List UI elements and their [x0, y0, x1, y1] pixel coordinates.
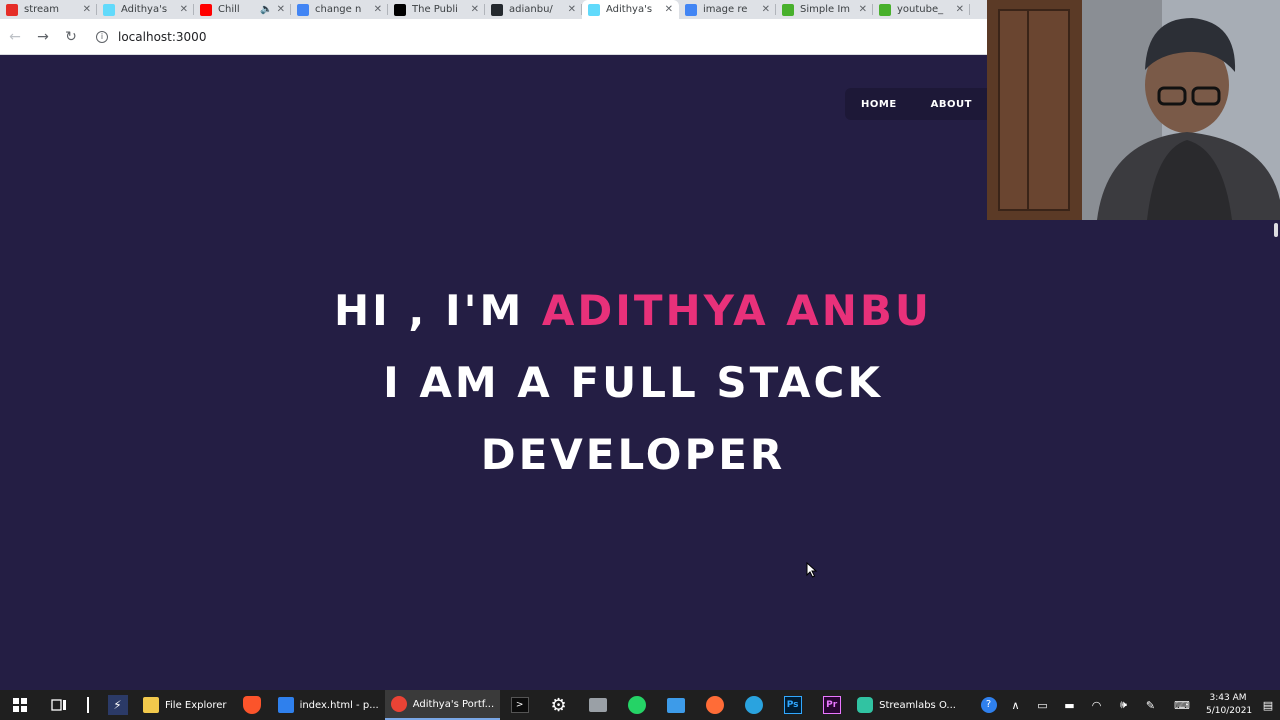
google-favicon-icon: [685, 3, 697, 16]
vscode-icon: [277, 697, 294, 713]
hero-greeting: HI , I'M: [334, 286, 542, 335]
tab-close-icon[interactable]: ✕: [568, 4, 576, 15]
terminal-icon[interactable]: >: [500, 690, 539, 720]
back-button[interactable]: ←: [2, 24, 28, 50]
tab-title: stream: [24, 4, 60, 15]
task-view-icon[interactable]: [39, 690, 78, 720]
tab-title: youtube_: [897, 4, 944, 15]
powershell-icon[interactable]: ⚡: [98, 690, 137, 720]
site-nav: HOME ABOUT: [845, 88, 995, 120]
hero-line-2: I AM A FULL STACK: [383, 358, 883, 407]
taskbar-app-streamlabs[interactable]: Streamlabs O...: [851, 690, 962, 720]
tab-title: image re: [703, 4, 748, 15]
tab-close-icon[interactable]: ✕: [859, 4, 867, 15]
react-favicon-icon: [588, 3, 600, 16]
stream-favicon-icon: [6, 3, 18, 16]
webcam-overlay: [987, 0, 1280, 220]
reload-button[interactable]: ↻: [58, 24, 84, 50]
folder-icon: [143, 697, 159, 713]
clock-time: 3:43 AM: [1209, 693, 1247, 703]
taskbar-app-chrome[interactable]: Adithya's Portf...: [384, 690, 501, 720]
scrollbar-thumb[interactable]: [1274, 223, 1278, 237]
photoshop-icon[interactable]: Ps: [773, 690, 812, 720]
tab-audio-icon[interactable]: 🔈: [260, 4, 272, 15]
postman-icon[interactable]: [695, 690, 734, 720]
gear-favicon-icon: [782, 3, 794, 16]
browser-tab[interactable]: youtube_ ✕: [873, 0, 970, 19]
google-favicon-icon: [297, 3, 309, 16]
photos-icon[interactable]: [656, 690, 695, 720]
nav-about-link[interactable]: ABOUT: [931, 99, 972, 110]
hero-line-1: HI , I'M ADITHYA ANBU: [0, 275, 1266, 347]
tab-close-icon[interactable]: ✕: [665, 4, 673, 15]
help-icon[interactable]: ?: [975, 690, 1002, 720]
tab-title: Adithya's: [121, 4, 168, 15]
tab-close-icon[interactable]: ✕: [277, 4, 285, 15]
system-clock[interactable]: 3:43 AM 5/10/2021: [1200, 692, 1256, 718]
windows-start-icon[interactable]: [0, 690, 39, 720]
browser-tab[interactable]: Chill 🔈 ✕: [194, 0, 291, 19]
react-favicon-icon: [103, 3, 115, 16]
snipping-tool-icon[interactable]: [578, 690, 617, 720]
tab-close-icon[interactable]: ✕: [83, 4, 91, 15]
hero-heading: HI , I'M ADITHYA ANBU I AM A FULL STACK …: [0, 275, 1266, 491]
hero-line-3: DEVELOPER: [480, 430, 786, 479]
chrome-icon: [390, 696, 407, 712]
notification-icon[interactable]: ▤: [1256, 690, 1280, 720]
meet-now-icon[interactable]: ▭: [1029, 690, 1056, 720]
medium-favicon-icon: [394, 3, 406, 16]
tab-close-icon[interactable]: ✕: [762, 4, 770, 15]
site-info-icon[interactable]: i: [96, 30, 108, 43]
browser-tab[interactable]: Adithya's ✕: [97, 0, 194, 19]
tab-close-icon[interactable]: ✕: [956, 4, 964, 15]
github-favicon-icon: [491, 3, 503, 16]
keyboard-icon[interactable]: ⌨: [1164, 690, 1200, 720]
system-tray: ? ∧ ▭ ▬ ◠ 🕪 ✎ ⌨ 3:43 AM 5/10/2021 ▤: [975, 690, 1280, 720]
address-text: localhost:3000: [118, 29, 207, 44]
battery-icon[interactable]: ▬: [1056, 690, 1083, 720]
tab-title: change n: [315, 4, 362, 15]
browser-tab[interactable]: change n ✕: [291, 0, 388, 19]
youtube-favicon-icon: [200, 3, 212, 16]
taskbar-app-file-explorer[interactable]: File Explorer: [137, 690, 233, 720]
streamlabs-icon: [857, 697, 874, 713]
tray-chevron-up-icon[interactable]: ∧: [1002, 690, 1029, 720]
wifi-icon[interactable]: ◠: [1083, 690, 1110, 720]
tab-title: adianbu/: [509, 4, 553, 15]
browser-tab[interactable]: adianbu/ ✕: [485, 0, 582, 19]
browser-tab[interactable]: Simple Im ✕: [776, 0, 873, 19]
windows-taskbar: ⚡ File Explorer index.html - p... Adithy…: [0, 690, 1280, 720]
hero-name: ADITHYA ANBU: [541, 286, 932, 335]
tab-title: Simple Im: [800, 4, 851, 15]
forward-button[interactable]: →: [30, 24, 56, 50]
browser-tab[interactable]: The Publi ✕: [388, 0, 485, 19]
premiere-icon[interactable]: Pr: [812, 690, 851, 720]
taskbar-app-label: Streamlabs O...: [879, 699, 956, 711]
browser-tab[interactable]: stream ✕: [0, 0, 97, 19]
taskbar-app-label: File Explorer: [165, 699, 227, 711]
taskbar-app-label: Adithya's Portf...: [412, 698, 495, 710]
taskbar-app-vscode[interactable]: index.html - p...: [272, 690, 385, 720]
tab-title: The Publi: [412, 4, 458, 15]
nav-home-link[interactable]: HOME: [861, 99, 897, 110]
volume-icon[interactable]: 🕪: [1110, 690, 1137, 720]
whatsapp-icon[interactable]: [617, 690, 656, 720]
tab-close-icon[interactable]: ✕: [374, 4, 382, 15]
divider-icon: [78, 690, 98, 720]
browser-tab[interactable]: image re ✕: [679, 0, 776, 19]
browser-tab[interactable]: Adithya's ✕: [582, 0, 679, 19]
settings-gear-icon[interactable]: ⚙: [539, 690, 578, 720]
tab-title: Adithya's: [606, 4, 653, 15]
address-bar[interactable]: i localhost:3000: [92, 24, 206, 50]
tab-title: Chill: [218, 4, 240, 15]
tab-close-icon[interactable]: ✕: [471, 4, 479, 15]
gear-favicon-icon: [879, 3, 891, 16]
pen-icon[interactable]: ✎: [1137, 690, 1164, 720]
clock-date: 5/10/2021: [1206, 706, 1253, 716]
brave-icon[interactable]: [233, 690, 272, 720]
tab-close-icon[interactable]: ✕: [180, 4, 188, 15]
telegram-icon[interactable]: [734, 690, 773, 720]
taskbar-app-label: index.html - p...: [299, 699, 379, 711]
